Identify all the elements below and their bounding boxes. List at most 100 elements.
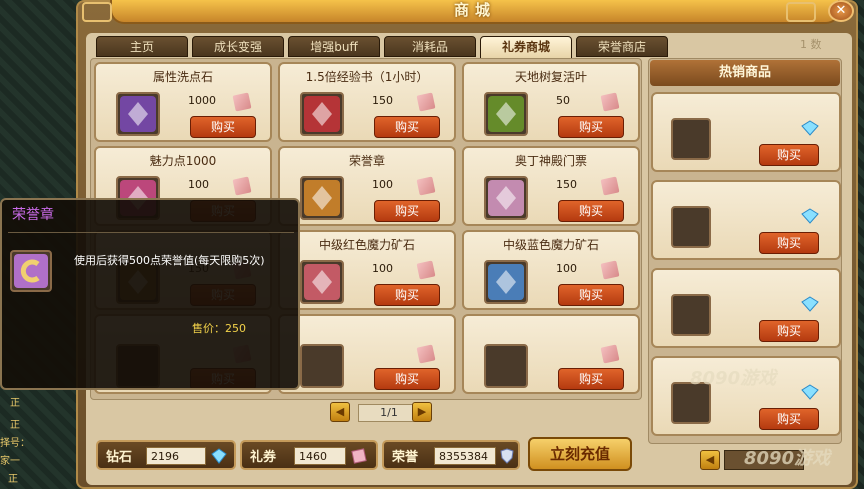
buy-button[interactable]: 购买 bbox=[374, 116, 440, 138]
hot-item-slot[interactable] bbox=[671, 118, 711, 160]
close-button[interactable]: ✕ bbox=[828, 0, 854, 22]
item-slot[interactable] bbox=[484, 260, 528, 304]
diamond-value: 2196 bbox=[146, 447, 206, 465]
ticket-icon bbox=[488, 180, 524, 216]
hot-buy-button[interactable]: 购买 bbox=[759, 408, 819, 430]
coupon-icon bbox=[600, 344, 620, 364]
hot-item-slot[interactable] bbox=[671, 206, 711, 248]
item-name: 奥丁神殿门票 bbox=[514, 154, 587, 168]
buy-button[interactable]: 购买 bbox=[190, 116, 256, 138]
title-bar[interactable]: 商城 bbox=[110, 0, 840, 24]
hot-item-slot[interactable] bbox=[671, 294, 711, 336]
hot-buy-button[interactable]: 购买 bbox=[759, 232, 819, 254]
next-page-button[interactable]: ▶ bbox=[412, 402, 432, 422]
item-slot[interactable] bbox=[484, 176, 528, 220]
item-name: 中级蓝色魔力矿石 bbox=[502, 238, 599, 252]
coupon-icon bbox=[351, 448, 367, 464]
tooltip-divider bbox=[8, 232, 294, 233]
item-price: 50 bbox=[556, 94, 570, 107]
hot-buy-button[interactable]: 购买 bbox=[759, 144, 819, 166]
tab-growth[interactable]: 成长变强 bbox=[192, 36, 284, 57]
item-card[interactable]: 奥丁神殿门票 150 购买 bbox=[462, 146, 640, 226]
honor-badge-icon bbox=[304, 180, 340, 216]
item-slot[interactable] bbox=[300, 344, 344, 388]
tab-honor-shop[interactable]: 荣誉商店 bbox=[576, 36, 668, 57]
side-text-b: 正 bbox=[10, 420, 20, 431]
item-slot[interactable] bbox=[300, 92, 344, 136]
red-ore-icon bbox=[304, 264, 340, 300]
buy-button[interactable]: 购买 bbox=[558, 368, 624, 390]
tooltip-description: 使用后获得500点荣誉值(每天限购5次) bbox=[74, 254, 265, 267]
buy-button[interactable]: 购买 bbox=[558, 200, 624, 222]
item-price: 1000 bbox=[188, 94, 216, 107]
coupon-icon bbox=[232, 92, 252, 112]
side-text-e: 正 bbox=[8, 474, 18, 485]
honor-wallet: 荣誉 8355384 bbox=[382, 440, 520, 470]
honor-badge-icon bbox=[14, 254, 48, 288]
coupon-icon bbox=[416, 260, 436, 280]
item-tooltip: 荣誉章 使用后获得500点荣誉值(每天限购5次) 售价：250 bbox=[0, 198, 300, 390]
item-card[interactable]: 天地树复活叶 50 购买 bbox=[462, 62, 640, 142]
item-name: 中级红色魔力矿石 bbox=[318, 238, 415, 252]
item-price: 150 bbox=[556, 178, 577, 191]
buy-button[interactable]: 购买 bbox=[558, 284, 624, 306]
item-card[interactable]: 属性洗点石 1000 购买 bbox=[94, 62, 272, 142]
coupon-icon bbox=[600, 260, 620, 280]
item-card[interactable]: 中级红色魔力矿石 100 购买 bbox=[278, 230, 456, 310]
item-card[interactable]: 中级蓝色魔力矿石 100 购买 bbox=[462, 230, 640, 310]
buy-button[interactable]: 购买 bbox=[374, 200, 440, 222]
window-title: 商城 bbox=[453, 1, 496, 19]
diamond-wallet: 钻石 2196 bbox=[96, 440, 236, 470]
coupon-icon bbox=[416, 92, 436, 112]
honor-value: 8355384 bbox=[434, 447, 496, 465]
hot-buy-button[interactable]: 购买 bbox=[759, 320, 819, 342]
coupon-label: 礼券 bbox=[250, 450, 277, 465]
diamond-icon bbox=[801, 384, 819, 400]
item-card[interactable]: 1.5倍经验书（1小时） 150 购买 bbox=[278, 62, 456, 142]
item-slot[interactable] bbox=[300, 176, 344, 220]
tab-home[interactable]: 主页 bbox=[96, 36, 188, 57]
item-slot[interactable] bbox=[484, 92, 528, 136]
buy-button[interactable]: 购买 bbox=[558, 116, 624, 138]
item-price: 100 bbox=[556, 262, 577, 275]
item-slot[interactable] bbox=[116, 92, 160, 136]
coupon-icon bbox=[600, 92, 620, 112]
coupon-icon bbox=[600, 176, 620, 196]
tab-coupon-shop[interactable]: 礼券商城 bbox=[480, 36, 572, 59]
watermark-logo-2: 8090游戏 bbox=[744, 448, 831, 469]
hot-items-title: 热销商品 bbox=[650, 60, 840, 86]
prev-page-button[interactable]: ◀ bbox=[330, 402, 350, 422]
item-price: 100 bbox=[372, 178, 393, 191]
buy-button[interactable]: 购买 bbox=[374, 284, 440, 306]
title-corner-left bbox=[82, 2, 112, 22]
diamond-label: 钻石 bbox=[106, 450, 133, 465]
hot-item-card[interactable]: 购买 bbox=[651, 268, 841, 348]
recharge-button[interactable]: 立刻充值 bbox=[528, 437, 632, 471]
item-price: 100 bbox=[372, 262, 393, 275]
item-name: 荣誉章 bbox=[348, 154, 385, 168]
hot-item-card[interactable]: 购买 bbox=[651, 92, 841, 172]
close-icon: ✕ bbox=[835, 3, 847, 18]
item-name: 魅力点1000 bbox=[149, 154, 217, 168]
coupon-icon bbox=[416, 344, 436, 364]
item-slot[interactable] bbox=[484, 344, 528, 388]
side-text-a: 正 bbox=[10, 398, 20, 409]
item-name: 1.5倍经验书（1小时） bbox=[305, 70, 429, 84]
item-price: 100 bbox=[188, 178, 209, 191]
item-card[interactable]: 购买 bbox=[462, 314, 640, 394]
honor-label: 荣誉 bbox=[392, 450, 419, 465]
tab-consumables[interactable]: 消耗品 bbox=[384, 36, 476, 57]
item-name: 天地树复活叶 bbox=[514, 70, 587, 84]
shield-icon bbox=[500, 448, 514, 464]
red-book-icon bbox=[304, 96, 340, 132]
hot-prev-button[interactable]: ◀ bbox=[700, 450, 720, 470]
buy-button[interactable]: 购买 bbox=[374, 368, 440, 390]
item-card[interactable]: 荣誉章 100 购买 bbox=[278, 146, 456, 226]
tab-buff[interactable]: 增强buff bbox=[288, 36, 380, 57]
hot-item-card[interactable]: 购买 bbox=[651, 180, 841, 260]
page-indicator: 1 数 bbox=[800, 38, 822, 51]
tooltip-item-icon bbox=[10, 250, 52, 292]
diamond-icon bbox=[211, 448, 227, 464]
item-slot[interactable] bbox=[300, 260, 344, 304]
item-card[interactable]: 购买 bbox=[278, 314, 456, 394]
